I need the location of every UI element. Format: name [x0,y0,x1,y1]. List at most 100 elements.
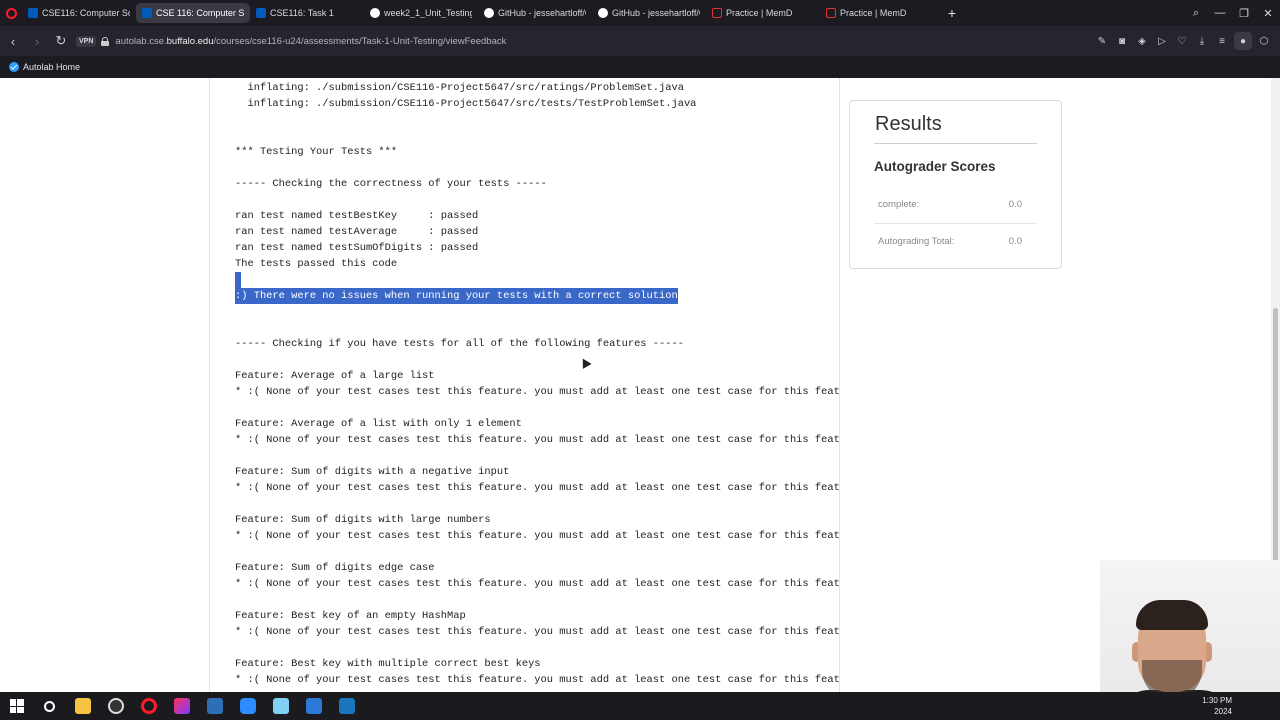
notepad-icon[interactable] [264,692,297,720]
close-window-icon[interactable]: ✕ [1256,0,1280,26]
vpn-badge[interactable]: VPN [76,35,97,47]
feedback-line: Feature: Average of a large list [235,370,435,382]
github-favicon-icon [484,8,494,18]
zoom-icon[interactable] [231,692,264,720]
heart-icon[interactable]: ♡ [1174,33,1190,49]
tab-label: CSE 116: Computer Scien [156,8,244,18]
results-title: Results [875,113,942,135]
feedback-line: inflating: ./submission/CSE116-Project56… [235,98,697,110]
tab-label: Practice | MemD [726,8,793,18]
feedback-panel: inflating: ./submission/CSE116-Project56… [209,78,840,692]
feedback-line: ran test named testAverage : passed [235,226,479,238]
feedback-line: ran test named testBestKey : passed [235,210,479,222]
feedback-output[interactable]: inflating: ./submission/CSE116-Project56… [235,80,839,688]
feedback-line: The tests passed this code [235,258,398,270]
memd-favicon-icon [826,8,836,18]
video-icon[interactable] [330,692,363,720]
autograder-scores-heading: Autograder Scores [874,159,996,174]
opera-menu-icon[interactable] [0,0,22,26]
browser-tab-bar: CSE116: Computer Science CSE 116: Compute… [0,0,1280,26]
toolbar-icons: ✎ ◙ ◈ ▷ ♡ ⤓ ≡ ● ⬡ [1094,26,1272,56]
start-icon[interactable] [0,692,33,720]
restore-icon[interactable]: ❐ [1232,0,1256,26]
presenter-hair [1136,600,1208,630]
feedback-line: inflating: ./submission/CSE116-Project56… [235,82,684,94]
forward-button[interactable]: › [26,30,48,52]
ub-favicon-icon [142,8,152,18]
url-text[interactable]: autolab.cse.buffalo.edu/courses/cse116-u… [115,36,506,47]
score-label: complete: [878,199,920,210]
reload-button[interactable]: ↻ [50,30,72,52]
shield-icon[interactable]: ◈ [1134,33,1150,49]
browser-tab[interactable]: week2_1_Unit_Testing [364,3,478,23]
feedback-line: ----- Checking if you have tests for all… [235,338,684,350]
bookmark-label: Autolab Home [23,62,81,72]
edit-icon[interactable]: ✎ [1094,33,1110,49]
tab-search-icon[interactable]: ⌕ [1184,0,1208,26]
feedback-line: Feature: Best key with multiple correct … [235,658,541,670]
browser-tab[interactable]: GitHub - jessehartloff/CSE [592,3,706,23]
browser-tab[interactable]: CSE116: Task 1 [250,3,364,23]
address-bar[interactable]: VPN autolab.cse.buffalo.edu/courses/cse1… [76,30,1216,52]
taskbar-clock[interactable]: 1:30 PM 2024 [1202,695,1232,717]
file-explorer-icon[interactable] [66,692,99,720]
back-button[interactable]: ‹ [2,30,24,52]
minimize-icon[interactable]: — [1208,0,1232,26]
download-icon[interactable]: ⤓ [1194,33,1210,49]
browser-tab[interactable]: GitHub - jessehartloff/CSE [478,3,592,23]
autolab-icon [9,62,19,72]
memd-favicon-icon [712,8,722,18]
profile-icon[interactable]: ● [1234,32,1252,50]
github-favicon-icon [598,8,608,18]
feedback-line: ----- Checking the correctness of your t… [235,178,547,190]
bookmark-autolab-home[interactable]: Autolab Home [9,62,80,72]
page-content: inflating: ./submission/CSE116-Project56… [0,78,1280,692]
browser-tab[interactable]: CSE116: Computer Science [22,3,136,23]
feedback-line: * :( None of your test cases test this f… [235,626,840,638]
camera-icon[interactable]: ◙ [1114,33,1130,49]
feedback-line: Feature: Sum of digits with large number… [235,514,491,526]
tab-label: week2_1_Unit_Testing [384,8,472,18]
feedback-line: Feature: Sum of digits with a negative i… [235,466,510,478]
results-card: Results Autograder Scores complete: 0.0 … [849,100,1062,269]
feedback-line: Feature: Sum of digits edge case [235,562,435,574]
score-value: 0.0 [1008,199,1022,210]
chrome-icon[interactable] [99,692,132,720]
browser-tab[interactable]: Practice | MemD [706,3,820,23]
play-icon[interactable]: ▷ [1154,33,1170,49]
feedback-line [235,272,241,288]
divider [874,143,1037,144]
feedback-line: * :( None of your test cases test this f… [235,578,840,590]
tab-label: GitHub - jessehartloff/CSE [612,8,700,18]
browser-tab[interactable]: CSE 116: Computer Scien [136,3,250,23]
feedback-line: * :( None of your test cases test this f… [235,434,840,446]
feedback-line: Feature: Average of a list with only 1 e… [235,418,522,430]
score-value: 0.0 [1008,236,1022,247]
wordpress-favicon-icon [370,8,380,18]
tab-label: GitHub - jessehartloff/CSE [498,8,586,18]
windows-taskbar: 1:30 PM 2024 [0,692,1280,720]
feedback-line: * :( None of your test cases test this f… [235,674,840,686]
tab-strip: CSE116: Computer Science CSE 116: Compute… [22,3,934,23]
menu-icon[interactable]: ≡ [1214,33,1230,49]
tab-label: Practice | MemD [840,8,907,18]
feedback-line: * :( None of your test cases test this f… [235,530,840,542]
navigation-bar: ‹ › ↻ VPN autolab.cse.buffalo.edu/course… [0,26,1280,74]
tab-label: CSE116: Task 1 [270,8,334,18]
word-icon[interactable] [297,692,330,720]
extensions-icon[interactable]: ⬡ [1256,33,1272,49]
feedback-line: *** Testing Your Tests *** [235,146,398,158]
terminal-icon[interactable] [198,692,231,720]
score-row-complete: complete: 0.0 [874,187,1037,224]
score-row-total: Autograding Total: 0.0 [874,224,1037,261]
lock-icon[interactable] [101,36,110,46]
intellij-icon[interactable] [165,692,198,720]
search-icon[interactable] [33,692,66,720]
clock-date: 2024 [1214,707,1232,716]
browser-tab[interactable]: Practice | MemD [820,3,934,23]
new-tab-button[interactable]: + [942,3,962,23]
opera-icon[interactable] [132,692,165,720]
window-controls: ⌕ — ❐ ✕ [1184,0,1280,26]
ub-favicon-icon [28,8,38,18]
feedback-line: :) There were no issues when running you… [235,288,678,304]
